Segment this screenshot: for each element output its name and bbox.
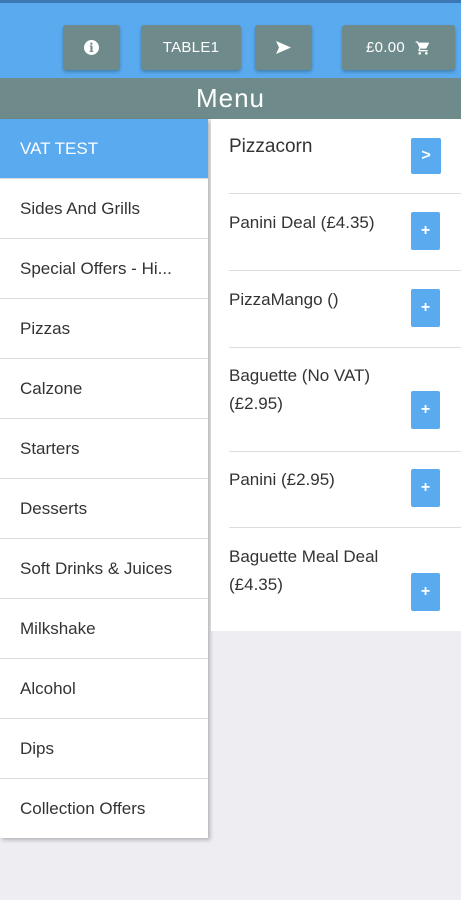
product-list: Pizzacorn > Panini Deal (£4.35) + PizzaM…: [211, 119, 461, 631]
category-item-pizzas[interactable]: Pizzas: [0, 299, 208, 359]
category-label: VAT TEST: [20, 138, 99, 158]
category-item-starters[interactable]: Starters: [0, 419, 208, 479]
info-icon: i: [84, 40, 99, 55]
add-product-button[interactable]: +: [411, 469, 440, 507]
cart-icon: [415, 40, 430, 55]
category-label: Pizzas: [20, 318, 71, 338]
add-product-button[interactable]: +: [411, 573, 440, 611]
table-button[interactable]: TABLE1: [141, 25, 241, 70]
product-row[interactable]: Baguette (No VAT) (£2.95) +: [229, 348, 461, 452]
category-label: Alcohol: [20, 678, 76, 698]
cart-total: £0.00: [365, 39, 406, 56]
category-label: Milkshake: [20, 618, 96, 638]
info-button[interactable]: i: [63, 25, 120, 70]
product-name: Pizzacorn: [229, 136, 313, 157]
category-sidebar: VAT TEST Sides And Grills Special Offers…: [0, 119, 208, 838]
product-name: PizzaMango (): [229, 290, 339, 309]
category-item-milkshake[interactable]: Milkshake: [0, 599, 208, 659]
category-item-vat-test[interactable]: VAT TEST: [0, 119, 208, 179]
table-label: TABLE1: [162, 39, 220, 56]
category-item-alcohol[interactable]: Alcohol: [0, 659, 208, 719]
category-label: Special Offers - Hi...: [20, 258, 172, 278]
category-item-desserts[interactable]: Desserts: [0, 479, 208, 539]
category-label: Dips: [20, 738, 55, 758]
category-item-calzone[interactable]: Calzone: [0, 359, 208, 419]
product-name: Baguette Meal Deal (£4.35): [229, 547, 379, 594]
category-item-dips[interactable]: Dips: [0, 719, 208, 779]
category-item-sides-and-grills[interactable]: Sides And Grills: [0, 179, 208, 239]
top-bar: i TABLE1 £0.00: [0, 0, 461, 78]
product-name: Panini (£2.95): [229, 470, 335, 489]
category-label: Collection Offers: [20, 798, 146, 818]
send-icon: [276, 41, 291, 54]
category-item-special-offers[interactable]: Special Offers - Hi...: [0, 239, 208, 299]
menu-title: Menu: [195, 83, 266, 113]
product-row[interactable]: Panini (£2.95) +: [229, 452, 461, 528]
category-label: Starters: [20, 438, 80, 458]
product-row[interactable]: PizzaMango () +: [229, 271, 461, 348]
category-label: Sides And Grills: [20, 198, 140, 218]
top-edge-line: [0, 0, 461, 3]
category-label: Soft Drinks & Juices: [20, 558, 173, 578]
category-item-collection-offers[interactable]: Collection Offers: [0, 779, 208, 838]
product-name: Panini Deal (£4.35): [229, 213, 375, 232]
open-product-button[interactable]: >: [411, 138, 441, 174]
category-label: Calzone: [20, 378, 83, 398]
menu-title-bar: Menu: [0, 78, 461, 119]
product-name: Baguette (No VAT) (£2.95): [229, 366, 371, 413]
add-product-button[interactable]: +: [411, 289, 440, 327]
send-button[interactable]: [255, 25, 312, 70]
cart-button[interactable]: £0.00: [342, 25, 455, 70]
category-label: Desserts: [20, 498, 88, 518]
product-row[interactable]: Baguette Meal Deal (£4.35) +: [229, 528, 461, 631]
category-item-soft-drinks[interactable]: Soft Drinks & Juices: [0, 539, 208, 599]
add-product-button[interactable]: +: [411, 212, 440, 250]
product-row[interactable]: Pizzacorn >: [229, 119, 461, 194]
product-row[interactable]: Panini Deal (£4.35) +: [229, 194, 461, 271]
add-product-button[interactable]: +: [411, 391, 440, 429]
